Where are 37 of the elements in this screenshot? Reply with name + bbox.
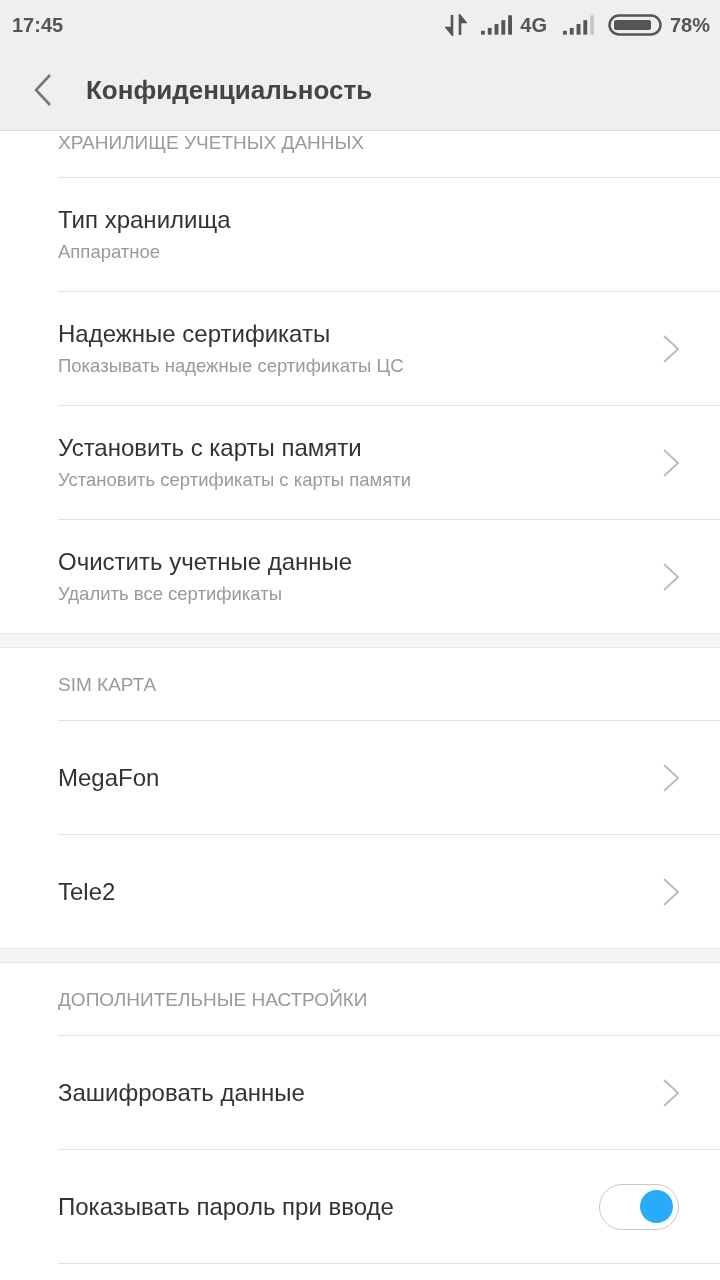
chevron-right-icon [662,562,680,591]
chevron-right-icon [662,334,680,363]
item-title: Очистить учетные данные [58,547,353,577]
section-header: ДОПОЛНИТЕЛЬНЫЕ НАСТРОЙКИ [57,988,369,1012]
battery-percent: 78% [669,13,710,37]
settings-item[interactable]: MegaFon [58,720,720,834]
data-arrows-icon [445,14,468,36]
item-subtitle: Аппаратное [58,240,161,264]
item-subtitle: Удалить все сертификаты [58,582,282,606]
section-header: ХРАНИЛИЩЕ УЧЕТНЫХ ДАННЫХ [57,131,365,155]
item-title: Зашифровать данные [58,1077,305,1108]
item-title: Показывать пароль при вводе [58,1191,394,1222]
settings-item[interactable]: Зашифровать данные [58,1035,720,1149]
screen-title: Конфиденциальность [86,74,373,106]
back-button[interactable] [34,74,52,106]
chevron-right-icon [662,448,680,477]
item-title: Установить с карты памяти [58,433,362,463]
status-time: 17:45 [12,13,64,37]
settings-item[interactable]: Показывать пароль при вводе [58,1149,720,1264]
settings-item[interactable]: Установить с карты памяти Установить сертификаты с карты памяти [58,405,720,519]
chevron-right-icon [662,1078,680,1107]
item-title: Тип хранилища [58,205,231,235]
network-type: 4G [520,13,547,37]
item-title: MegaFon [58,762,160,793]
item-subtitle: Установить сертификаты с карты памяти [58,468,412,492]
signal-icon [481,15,513,35]
battery-icon [607,14,662,36]
chevron-right-icon [662,763,680,792]
item-subtitle: Показывать надежные сертификаты ЦС [58,354,404,378]
toggle-switch[interactable] [599,1183,679,1230]
chevron-right-icon [662,877,680,906]
back-icon [34,74,52,106]
settings-item[interactable]: Надежные сертификаты Показывать надежные сертификаты ЦС [58,291,720,405]
item-title: Надежные сертификаты [58,319,331,349]
signal-icon [562,15,594,35]
item-title: Tele2 [58,876,116,907]
section-header: SIM КАРТА [57,673,158,697]
